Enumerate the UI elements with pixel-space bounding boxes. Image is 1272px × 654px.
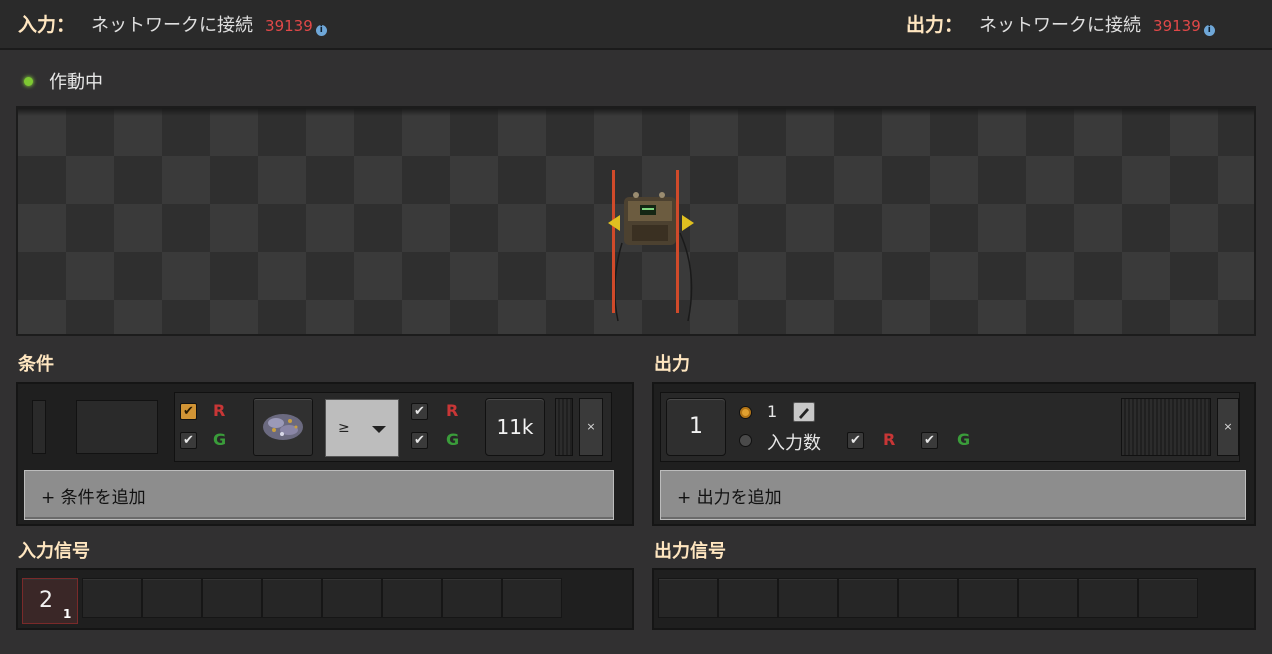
signal-slot (262, 578, 322, 618)
output-red-checkbox[interactable]: ✔ (847, 432, 864, 449)
output-green-checkbox[interactable]: ✔ (921, 432, 938, 449)
output-label: 出力 (906, 14, 945, 36)
signal-value: 2 (39, 588, 53, 613)
output-network-info: 出力 ： ネットワークに接続 39139 i (906, 10, 1215, 37)
wire-red-icon: R (213, 401, 226, 420)
input-signals-title: 入力信号 (18, 541, 90, 562)
comparator-select[interactable]: ≥ (325, 399, 399, 457)
signal-slot (658, 578, 718, 618)
left-red-checkbox[interactable]: ✔ (180, 403, 197, 420)
input-colon: ： (56, 14, 76, 36)
wire-green-icon: G (446, 430, 460, 449)
output-colon: ： (944, 14, 964, 36)
signal-slot (82, 578, 142, 618)
signal-slot (1138, 578, 1198, 618)
signal-slot (958, 578, 1018, 618)
wire-green-icon: G (213, 430, 227, 449)
pencil-icon[interactable] (793, 402, 815, 422)
signal-subscript: 1 (63, 607, 72, 621)
signal-slot (202, 578, 262, 618)
signal-slot (1018, 578, 1078, 618)
info-icon[interactable]: i (1203, 25, 1215, 36)
input-network-id: 39139 (265, 17, 313, 35)
network-header: 入力 ： ネットワークに接続 39139 i 出力 ： ネットワークに接続 39… (0, 0, 1272, 50)
radio-constant-label: 1 (767, 402, 778, 421)
remove-condition-button[interactable]: × (579, 398, 603, 456)
input-signals-panel: 2 1 (16, 568, 634, 630)
right-green-checkbox[interactable]: ✔ (411, 432, 428, 449)
status-dot-icon (24, 76, 33, 86)
status-text: 作動中 (49, 72, 103, 93)
radio-input-count-label: 入力数 (767, 433, 821, 454)
condition-empty-slot (76, 400, 158, 454)
electronic-circuit-icon (263, 414, 303, 440)
drag-handle[interactable] (1121, 398, 1211, 456)
signal-slot (442, 578, 502, 618)
add-output-button[interactable]: + 出力を追加 (660, 470, 1246, 520)
wire-red-icon: R (446, 401, 459, 420)
condition-left-handle (32, 400, 46, 454)
left-green-checkbox[interactable]: ✔ (180, 432, 197, 449)
input-network-text: ネットワークに接続 (91, 15, 254, 36)
entity-preview (16, 106, 1256, 336)
signal-slot (838, 578, 898, 618)
output-network-text: ネットワークに接続 (979, 15, 1142, 36)
status-indicator: 作動中 (20, 68, 103, 94)
chevron-down-icon (372, 426, 386, 433)
wire-red-icon: R (883, 430, 896, 449)
wire-green-icon: G (957, 430, 971, 449)
comparator-value: ≥ (338, 420, 350, 436)
outputs-title: 出力 (654, 354, 690, 375)
remove-output-button[interactable]: × (1217, 398, 1239, 456)
input-network-info: 入力 ： ネットワークに接続 39139 i (18, 10, 327, 37)
condition-signal-button[interactable] (253, 398, 313, 456)
signal-slot (382, 578, 442, 618)
decider-combinator-icon (608, 170, 694, 322)
radio-constant[interactable] (739, 406, 752, 419)
signal-slot (502, 578, 562, 618)
output-row: 1 1 入力数 ✔ R ✔ G × (660, 392, 1240, 462)
output-signal-button[interactable]: 1 (666, 398, 726, 456)
input-signal-grid: 2 1 (22, 578, 562, 624)
drag-handle[interactable] (555, 398, 573, 456)
info-icon[interactable]: i (315, 25, 327, 36)
condition-row: ✔ R ✔ G ≥ ✔ R ✔ G 11k × (174, 392, 612, 462)
signal-slot[interactable]: 2 1 (22, 578, 78, 624)
output-signals-panel (652, 568, 1256, 630)
signal-slot (1078, 578, 1138, 618)
conditions-panel: ✔ R ✔ G ≥ ✔ R ✔ G 11k × + 条件を追加 (16, 382, 634, 526)
right-red-checkbox[interactable]: ✔ (411, 403, 428, 420)
radio-input-count[interactable] (739, 434, 752, 447)
outputs-panel: 1 1 入力数 ✔ R ✔ G × + 出力を追加 (652, 382, 1256, 526)
signal-slot (898, 578, 958, 618)
add-condition-button[interactable]: + 条件を追加 (24, 470, 614, 520)
output-network-id: 39139 (1153, 17, 1201, 35)
constant-button[interactable]: 11k (485, 398, 545, 456)
signal-slot (718, 578, 778, 618)
preview-shadow (18, 108, 1254, 116)
input-label: 入力 (18, 14, 57, 36)
signal-slot (322, 578, 382, 618)
output-signal-grid (658, 578, 1198, 618)
output-signals-title: 出力信号 (654, 541, 726, 562)
conditions-title: 条件 (18, 354, 54, 375)
signal-slot (778, 578, 838, 618)
signal-slot (142, 578, 202, 618)
